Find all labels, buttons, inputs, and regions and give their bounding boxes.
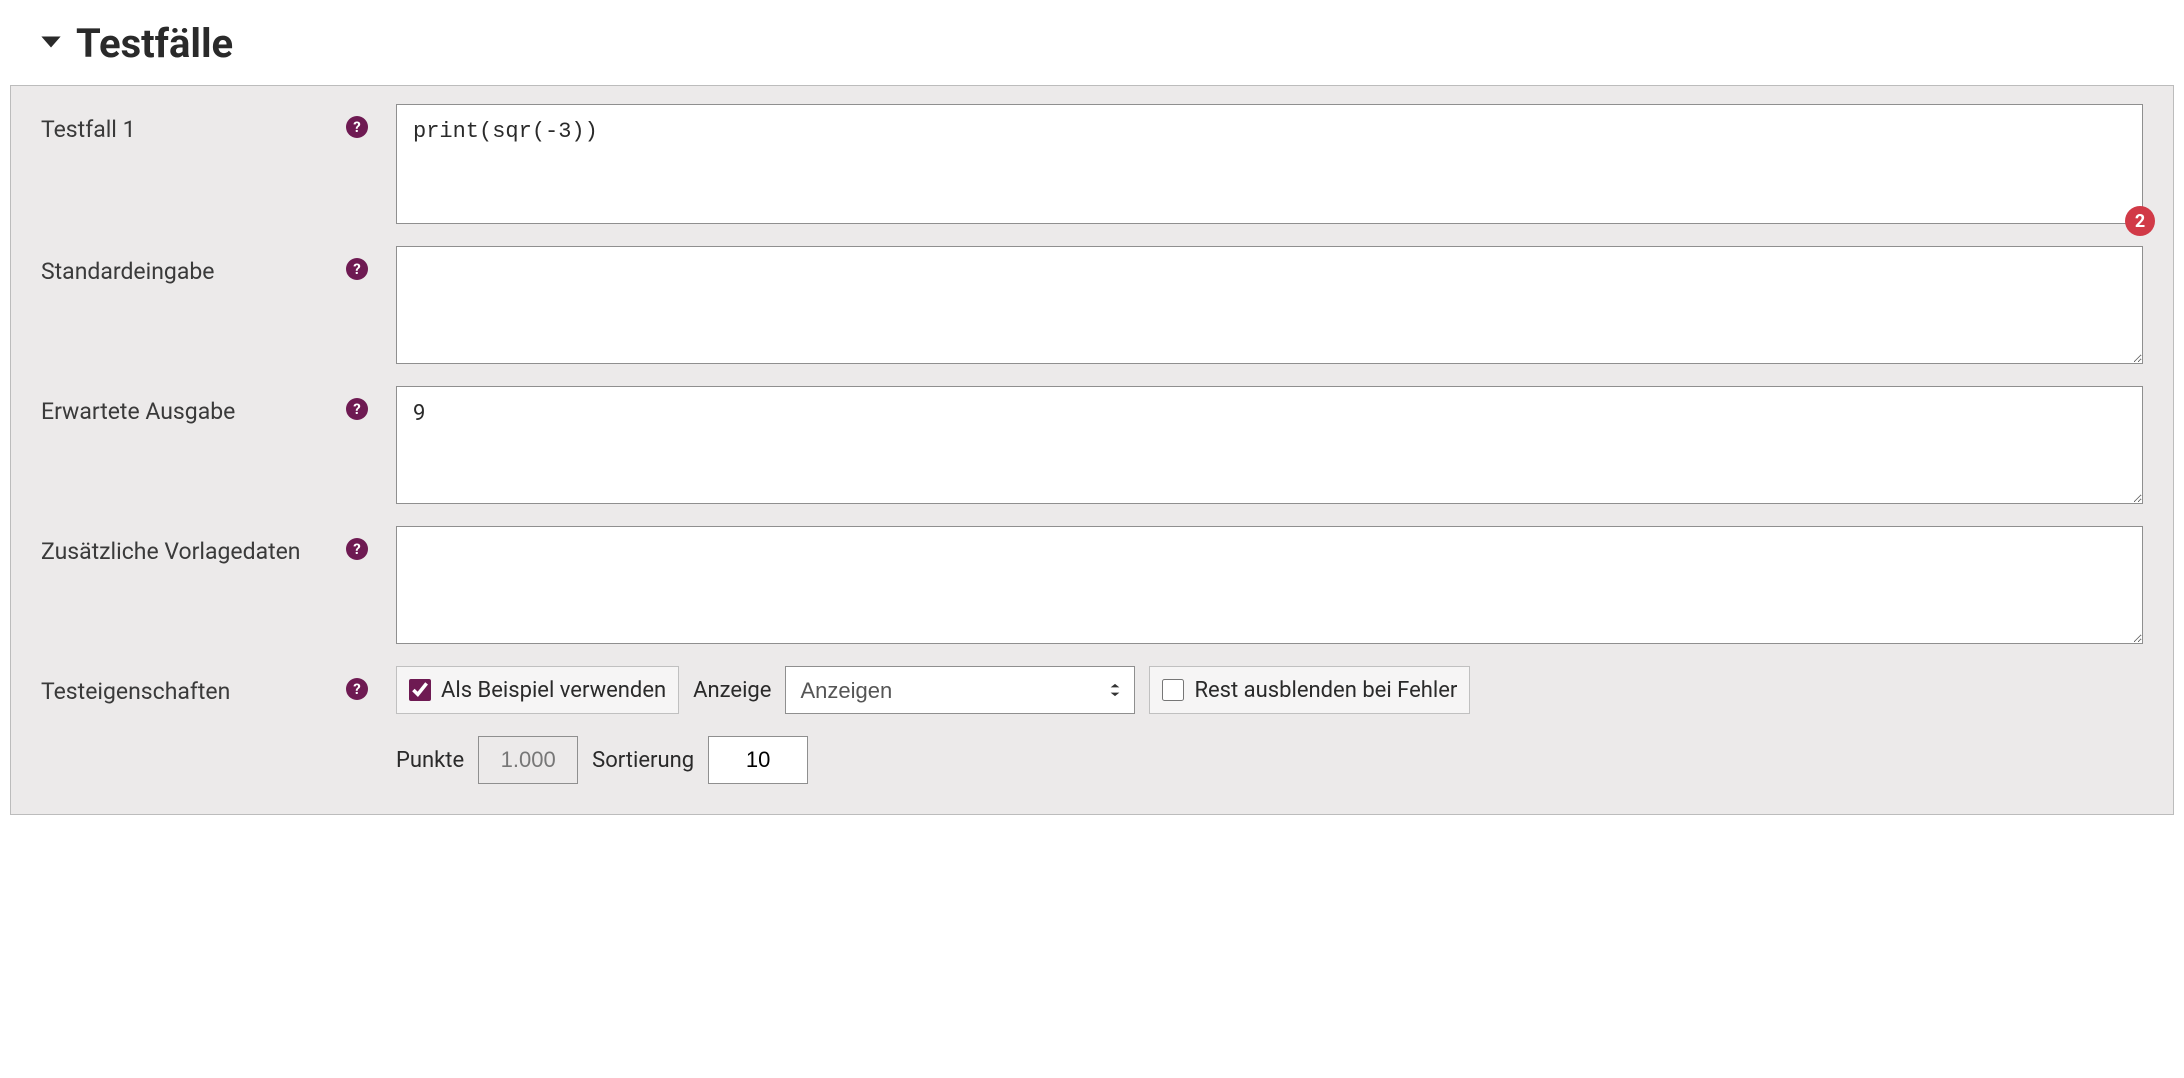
hide-rest-label: Rest ausblenden bei Fehler (1194, 678, 1457, 703)
use-as-example-group[interactable]: Als Beispiel verwenden (396, 666, 679, 714)
row-props: Testeigenschaften ? Als Beispiel verwend… (41, 666, 2143, 784)
display-label: Anzeige (693, 678, 771, 703)
hide-rest-group[interactable]: Rest ausblenden bei Fehler (1149, 666, 1470, 714)
help-icon[interactable]: ? (346, 258, 368, 280)
stdin-input[interactable] (396, 246, 2143, 364)
issue-count-badge[interactable]: 2 (2125, 206, 2155, 236)
points-input[interactable] (478, 736, 578, 784)
section-header: Testfälle (0, 0, 2184, 85)
help-icon[interactable]: ? (346, 398, 368, 420)
testcase-input[interactable]: print(sqr(-3)) (396, 104, 2143, 224)
help-icon[interactable]: ? (346, 678, 368, 700)
chevron-down-icon[interactable] (40, 31, 62, 57)
use-as-example-label: Als Beispiel verwenden (441, 678, 666, 703)
label-testcase: Testfall 1 (41, 104, 346, 143)
label-expected: Erwartete Ausgabe (41, 386, 346, 425)
label-props: Testeigenschaften (41, 666, 346, 705)
hide-rest-checkbox[interactable] (1162, 679, 1184, 701)
use-as-example-checkbox[interactable] (409, 679, 431, 701)
section-title: Testfälle (76, 20, 233, 67)
points-label: Punkte (396, 748, 464, 773)
label-stdin: Standardeingabe (41, 246, 346, 285)
order-label: Sortierung (592, 748, 694, 773)
help-icon[interactable]: ? (346, 538, 368, 560)
testcases-panel: Testfall 1 ? print(sqr(-3)) 2 Standardei… (10, 85, 2174, 815)
order-input[interactable] (708, 736, 808, 784)
row-stdin: Standardeingabe ? (41, 246, 2143, 368)
row-testcase: Testfall 1 ? print(sqr(-3)) 2 (41, 104, 2143, 228)
help-icon[interactable]: ? (346, 116, 368, 138)
display-select[interactable]: Anzeigen (785, 666, 1135, 714)
expected-output-input[interactable]: 9 (396, 386, 2143, 504)
row-extra: Zusätzliche Vorlagedaten ? (41, 526, 2143, 648)
extra-template-data-input[interactable] (396, 526, 2143, 644)
label-extra: Zusätzliche Vorlagedaten (41, 526, 346, 565)
row-expected: Erwartete Ausgabe ? 9 (41, 386, 2143, 508)
